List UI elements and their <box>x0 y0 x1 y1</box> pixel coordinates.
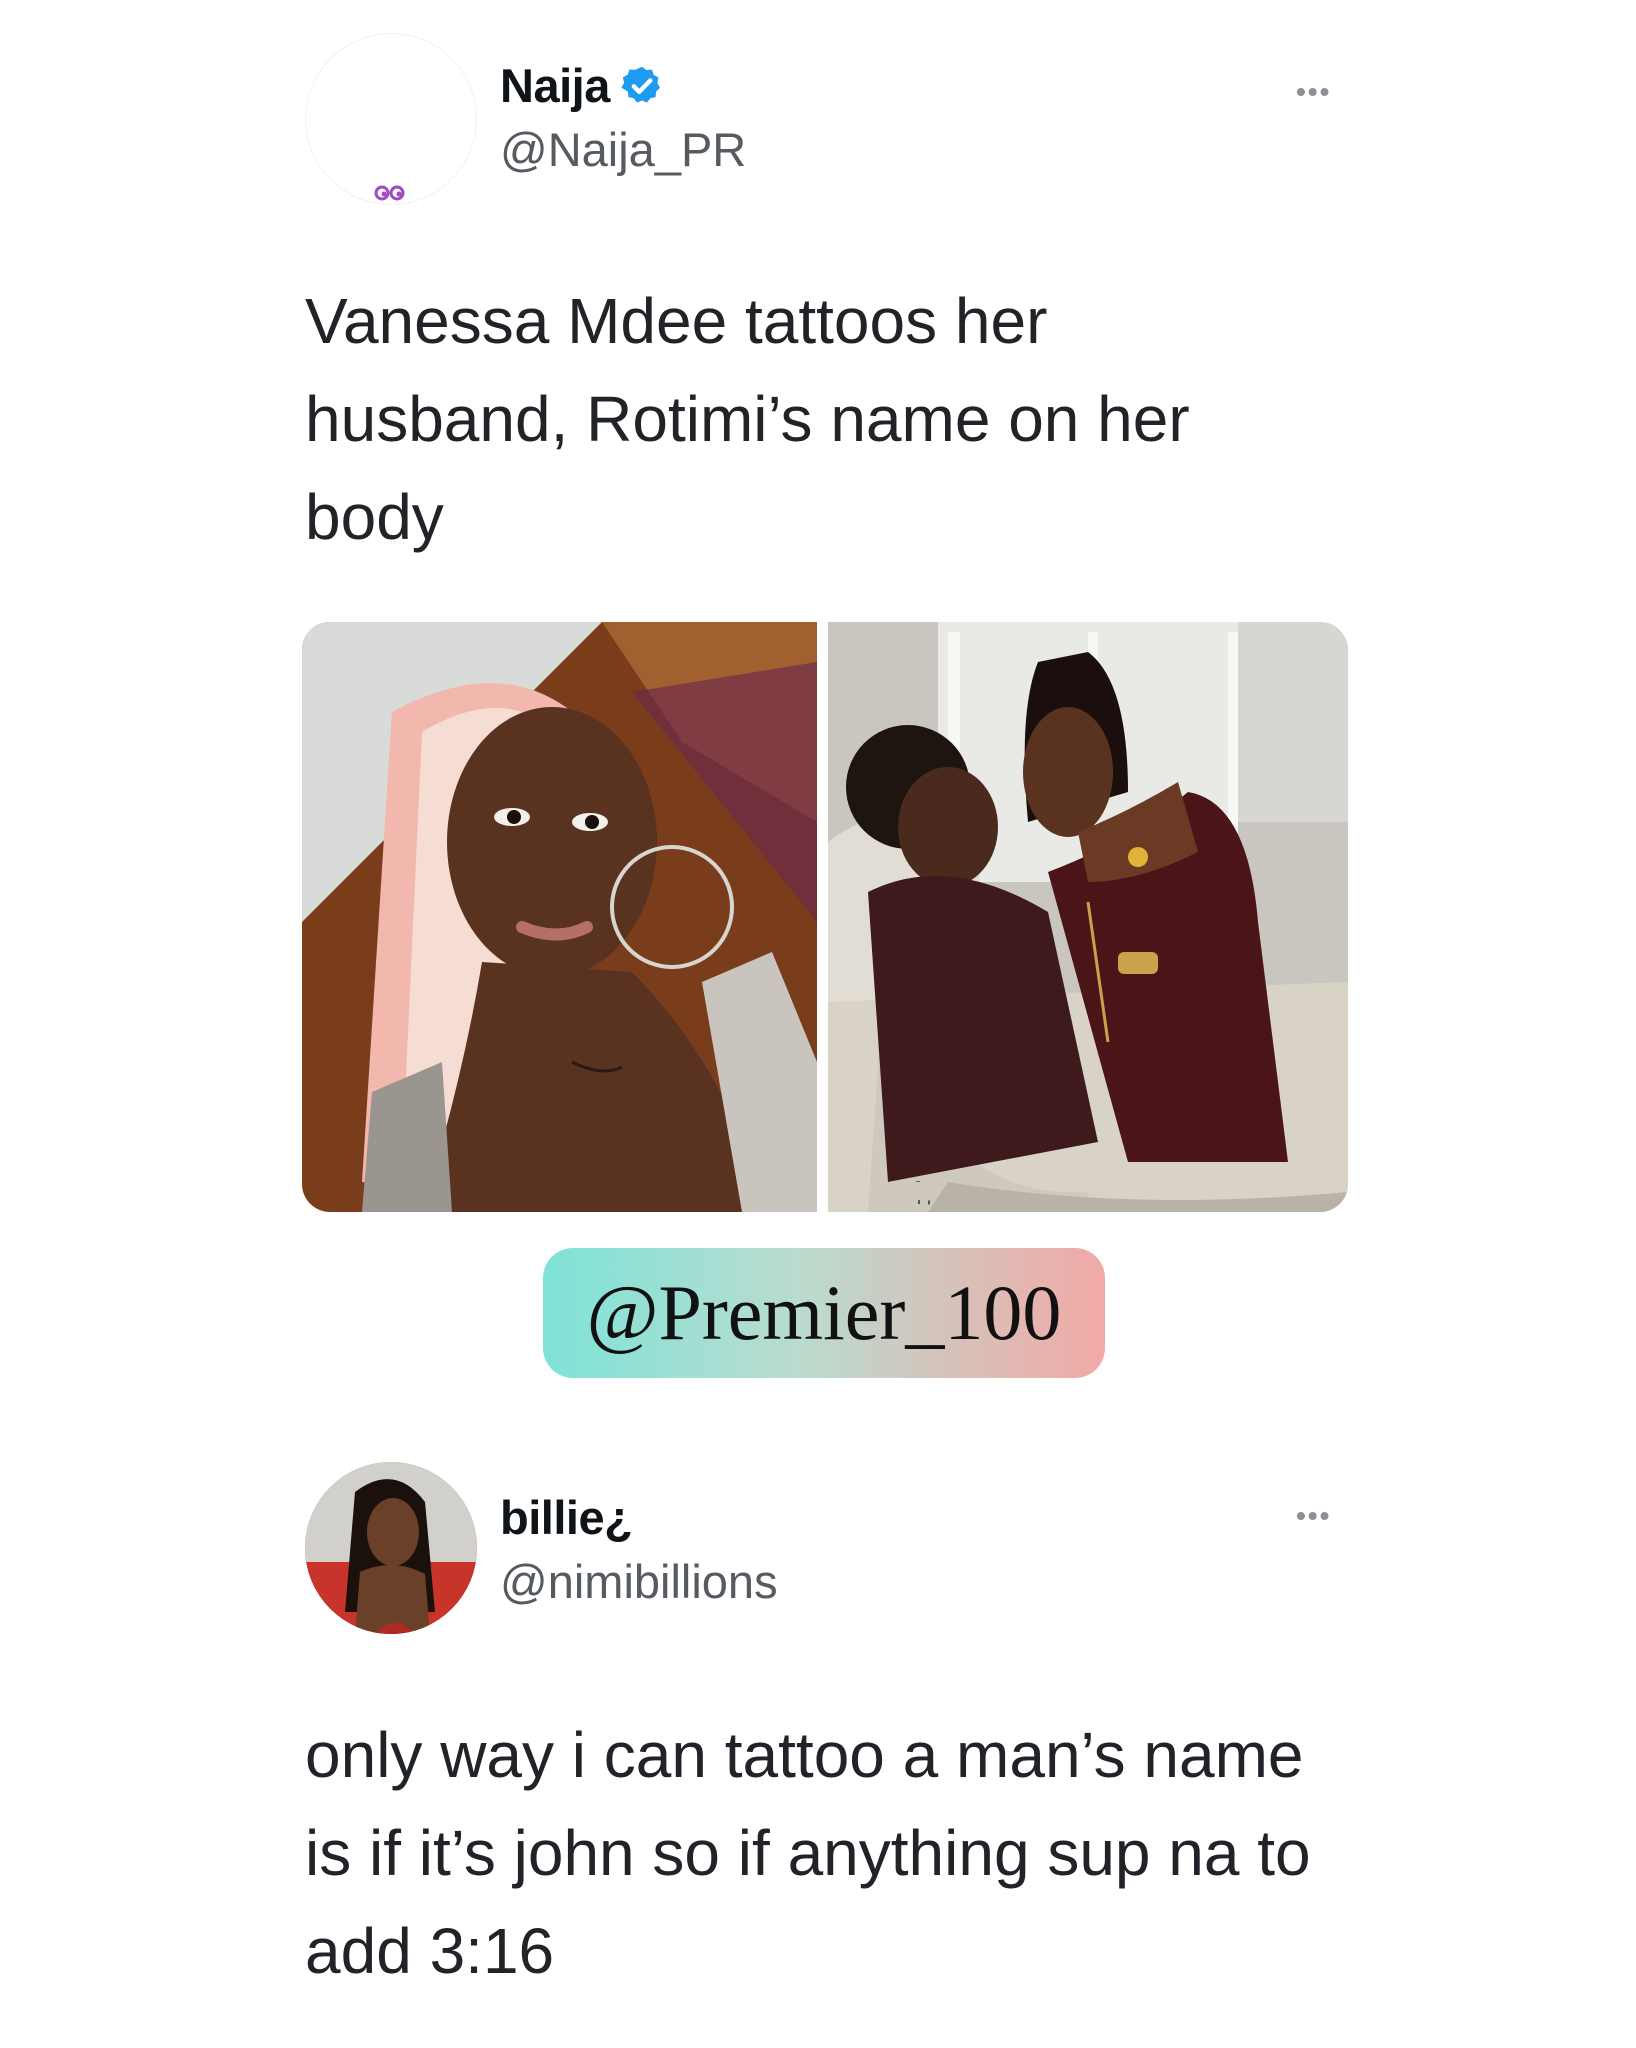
display-name[interactable]: Naija <box>500 58 610 113</box>
avatar-billie-illustration <box>305 1462 477 1634</box>
woman-selfie-illustration <box>302 622 817 1212</box>
name-row: Naija <box>500 58 664 113</box>
more-options-icon[interactable]: ••• <box>1296 76 1331 108</box>
tweet-text: Vanessa Mdee tattoos her husband, Rotimi… <box>305 272 1190 566</box>
avatar-billie[interactable] <box>305 1462 477 1634</box>
eyes-icon <box>374 185 405 201</box>
tweet-text: only way i can tattoo a man’s name is if… <box>305 1706 1311 2000</box>
tweet-text-line: add 3:16 <box>305 1915 555 1987</box>
display-name[interactable]: billie¿ <box>500 1490 633 1545</box>
woman-selfie-photo[interactable] <box>302 622 817 1212</box>
handle[interactable]: @nimibillions <box>500 1554 778 1609</box>
couple-photo[interactable] <box>828 622 1348 1212</box>
avatar-naija[interactable] <box>305 33 477 205</box>
tweet-text-line: body <box>305 481 444 553</box>
tweet-text-line: is if it’s john so if anything sup na to <box>305 1817 1311 1889</box>
name-row: billie¿ <box>500 1490 633 1545</box>
couple-illustration <box>828 622 1348 1212</box>
tweet-text-line: Vanessa Mdee tattoos her <box>305 285 1048 357</box>
verified-badge-icon <box>621 66 660 103</box>
watermark-text: @Premier_100 <box>586 1269 1062 1356</box>
tweet-text-line: only way i can tattoo a man’s name <box>305 1719 1304 1791</box>
tweet-text-line: husband, Rotimi’s name on her <box>305 383 1190 455</box>
watermark-badge: @Premier_100 <box>543 1248 1105 1378</box>
handle[interactable]: @Naija_PR <box>500 122 746 177</box>
more-options-icon[interactable]: ••• <box>1296 1500 1331 1532</box>
